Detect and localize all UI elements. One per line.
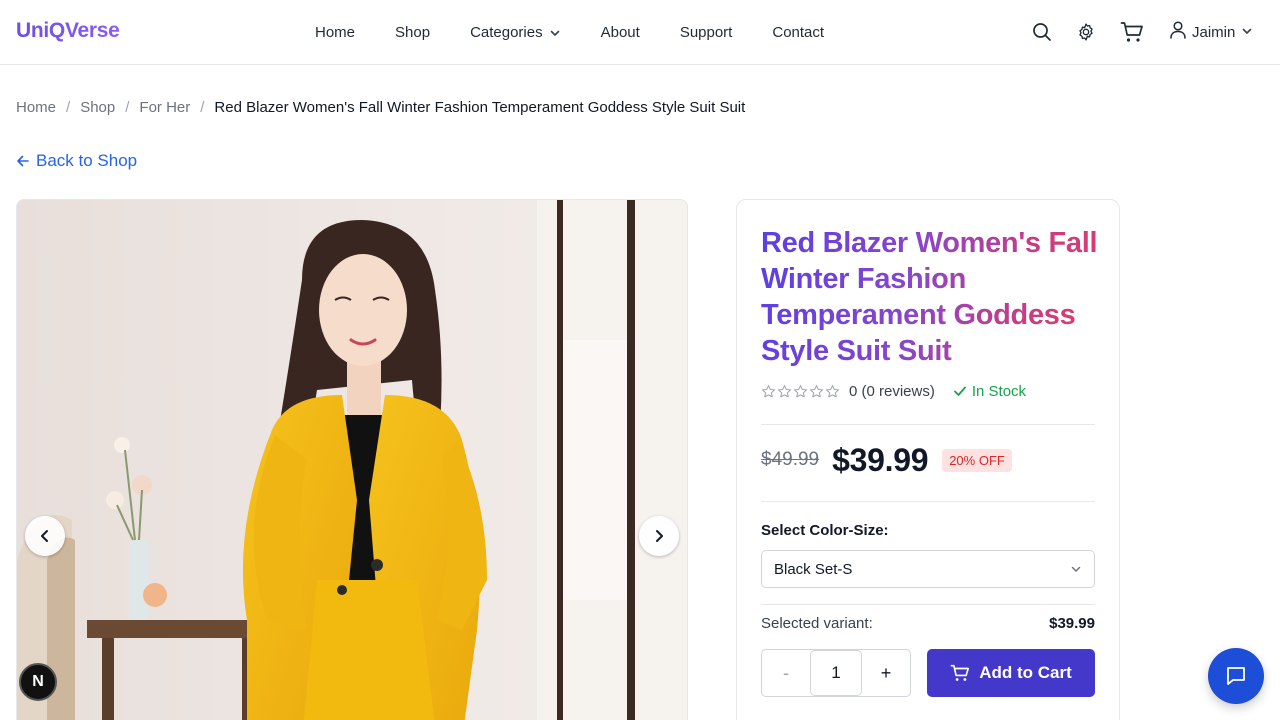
chevron-down-icon [1241, 24, 1253, 41]
cart-icon[interactable] [1120, 20, 1144, 44]
chat-button[interactable] [1208, 648, 1264, 704]
product-title: Red Blazer Women's Fall Winter Fashion T… [761, 225, 1101, 369]
breadcrumb: Home / Shop / For Her / Red Blazer Women… [16, 99, 745, 116]
star-rating [761, 384, 841, 399]
variant-select[interactable]: Black Set-S [761, 550, 1095, 588]
nav-shop-label: Shop [395, 24, 431, 41]
nav-shop[interactable]: Shop [395, 24, 430, 41]
quantity-increase-button[interactable]: + [862, 649, 910, 697]
product-info-card: Red Blazer Women's Fall Winter Fashion T… [736, 199, 1120, 720]
nav-home-label: Home [315, 24, 356, 41]
star-icon [778, 384, 791, 397]
chat-icon [1227, 667, 1245, 685]
chevron-down-icon [549, 27, 561, 39]
user-name: Jaimin [1192, 23, 1236, 41]
product-image [17, 200, 687, 720]
star-icon [810, 384, 823, 397]
selected-variant-price: $39.99 [1049, 615, 1095, 632]
gear-icon[interactable] [1074, 20, 1098, 44]
nav-about-label: About [600, 24, 640, 41]
nav-support-label: Support [679, 24, 733, 41]
star-icon [762, 384, 775, 397]
dev-badge[interactable]: N [19, 663, 57, 701]
rating-text: 0 (0 reviews) [849, 382, 935, 400]
breadcrumb-for-her[interactable]: For Her [139, 99, 190, 116]
carousel-prev-button[interactable] [25, 516, 65, 556]
star-icon [826, 384, 839, 397]
nav-about[interactable]: About [601, 24, 640, 41]
original-price: $49.99 [761, 449, 820, 470]
back-to-shop-label: Back to Shop [36, 151, 138, 170]
nav-categories-label: Categories [470, 24, 543, 41]
divider [761, 424, 1095, 425]
site-header: UniQVerse Home Shop Categories About Sup… [0, 0, 1280, 65]
main-nav: Home Shop Categories About Support Conta… [315, 0, 864, 65]
nav-contact-label: Contact [772, 24, 825, 41]
breadcrumb-shop[interactable]: Shop [80, 99, 115, 116]
price-row: $49.99 $39.99 20% OFF [761, 440, 1012, 480]
chevron-down-icon [1071, 566, 1081, 572]
stock-label: In Stock [971, 382, 1027, 400]
selected-variant-row: Selected variant: $39.99 [761, 615, 1095, 632]
stock-status: In Stock [953, 383, 1026, 400]
back-to-shop-link[interactable]: Back to Shop [16, 151, 137, 171]
product-image-carousel [16, 199, 688, 720]
cart-icon [950, 664, 970, 681]
nav-support[interactable]: Support [680, 24, 733, 41]
breadcrumb-home[interactable]: Home [16, 99, 56, 116]
add-to-cart-button[interactable]: Add to Cart [927, 649, 1095, 697]
nav-categories[interactable]: Categories [470, 24, 561, 41]
add-to-cart-label: Add to Cart [979, 663, 1072, 682]
nav-contact[interactable]: Contact [772, 24, 824, 41]
variant-selected-option: Black Set-S [774, 560, 853, 578]
sale-price: $39.99 [832, 441, 929, 478]
discount-badge: 20% OFF [942, 448, 1012, 472]
quantity-stepper: - 1 + [761, 649, 911, 697]
breadcrumb-separator: / [200, 99, 205, 116]
search-icon[interactable] [1030, 20, 1054, 44]
user-icon [1170, 21, 1186, 43]
chevron-right-icon [656, 530, 663, 542]
carousel-next-button[interactable] [639, 516, 679, 556]
site-logo[interactable]: UniQVerse [16, 19, 120, 43]
user-menu[interactable]: Jaimin [1170, 20, 1253, 44]
quantity-decrease-button[interactable]: - [762, 649, 810, 697]
breadcrumb-separator: / [66, 99, 71, 116]
nav-home[interactable]: Home [315, 24, 355, 41]
variant-select-label: Select Color-Size: [761, 522, 889, 539]
selected-variant-label: Selected variant: [761, 615, 873, 632]
check-icon [953, 386, 966, 396]
quantity-input[interactable]: 1 [810, 650, 862, 696]
breadcrumb-separator: / [125, 99, 130, 116]
star-icon [794, 384, 807, 397]
breadcrumb-current: Red Blazer Women's Fall Winter Fashion T… [214, 99, 746, 116]
divider [761, 604, 1095, 605]
rating-row: 0 (0 reviews) In Stock [761, 381, 1026, 401]
chevron-left-icon [41, 530, 48, 542]
divider [761, 501, 1095, 502]
arrow-left-icon [17, 155, 29, 167]
